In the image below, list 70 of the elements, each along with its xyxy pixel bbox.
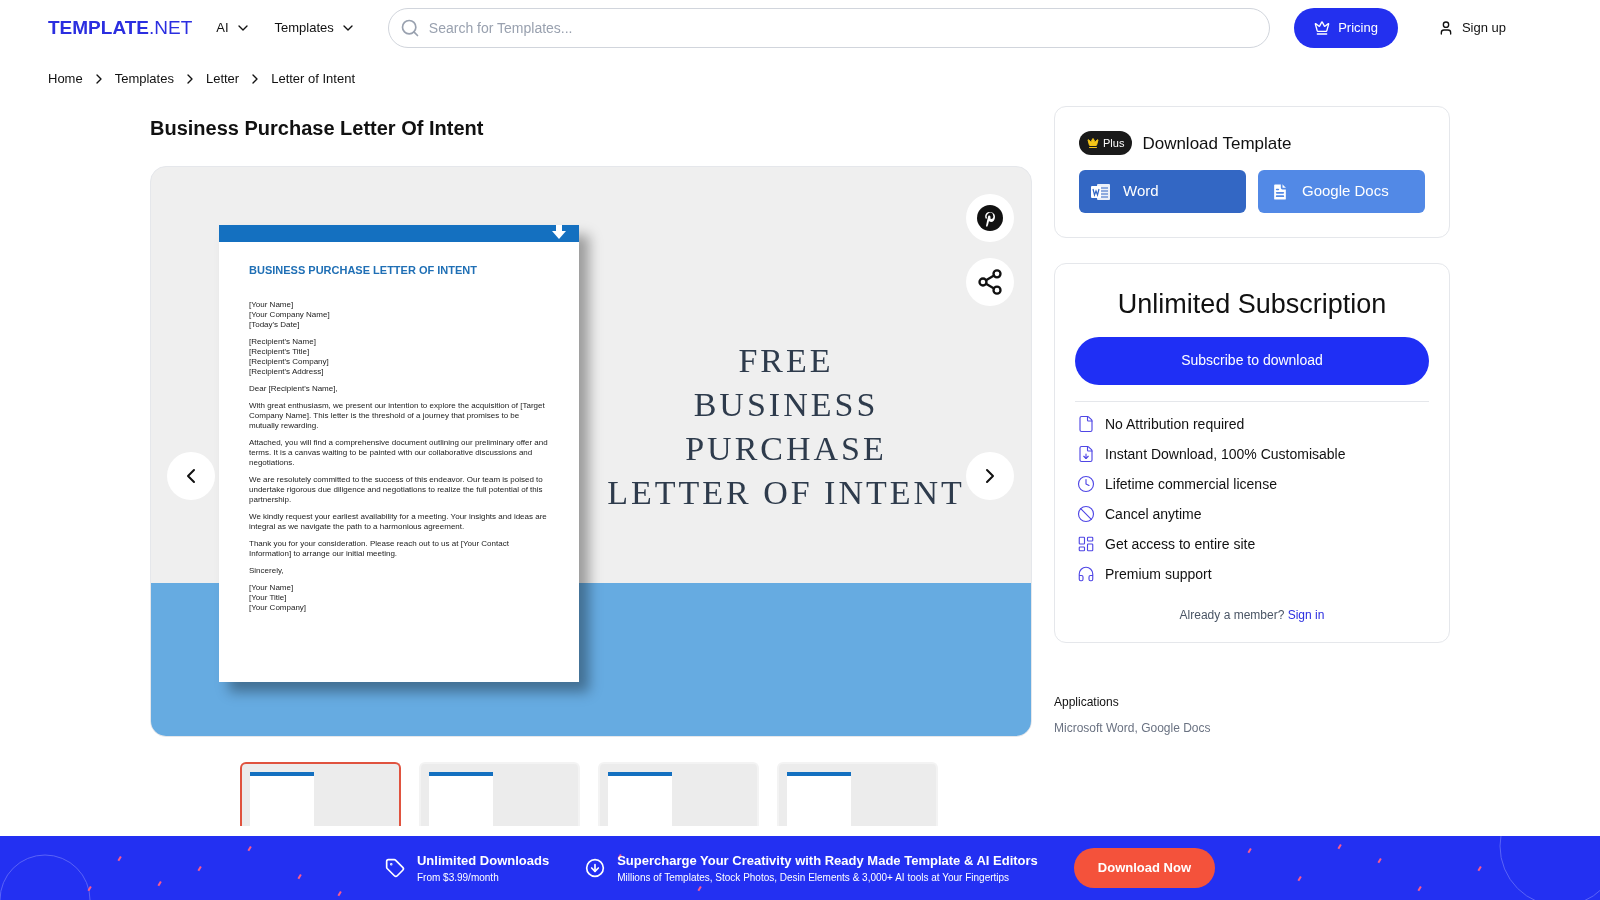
feature-text: Lifetime commercial license: [1105, 474, 1277, 494]
letter-text: [Your Name]: [249, 300, 295, 310]
crown-icon: [1087, 137, 1099, 150]
sign-up-link[interactable]: Sign up: [1437, 18, 1506, 38]
logo[interactable]: TEMPLATE.NET: [48, 13, 193, 43]
cover-title-text: BUSINESS: [693, 384, 879, 425]
letter-heading: BUSINESS PURCHASE LETTER OF INTENT: [249, 262, 478, 278]
breadcrumb-link[interactable]: Letter of Intent: [271, 69, 356, 89]
letter-text: We kindly request your earliest availability for a meeting. Your insights and ideas are integral as we navigate the path to a harmonious agreement.: [249, 512, 548, 532]
banner-title: Unlimited Downloads: [417, 851, 550, 870]
clock-icon: [1077, 474, 1095, 493]
applications-value: Microsoft Word, Google Docs: [1054, 719, 1212, 737]
member-text: Already a member?: [1179, 607, 1285, 622]
file-icon: [1077, 414, 1095, 433]
share-button[interactable]: [966, 257, 1014, 306]
plus-badge: Plus: [1079, 131, 1133, 156]
cover-title-text: LETTER OF INTENT: [607, 472, 965, 513]
search-field[interactable]: Search for Templates...: [387, 8, 1271, 48]
breadcrumb-link[interactable]: Templates: [114, 69, 174, 89]
letter-text: [Your Name]: [249, 583, 295, 593]
crown-icon: [1314, 20, 1331, 36]
letter-text: [Recipient's Company]: [249, 357, 330, 367]
cancel-icon: [1077, 504, 1095, 523]
banner-subtitle: Millions of Templates, Stock Photos, Desin Elements & 3,000+ AI tools at Your Fingertips: [617, 871, 1011, 886]
feature-text: Premium support: [1105, 564, 1212, 584]
letter-text: [Your Title]: [249, 593, 288, 603]
headphones-icon: [1077, 564, 1095, 583]
letter-text: Thank you for your consideration. Please reach out to us at [Your Contact Information] to arrange our initial meeting.: [249, 539, 510, 559]
file-download-icon: [1077, 444, 1095, 463]
letter-text: [Your Company Name]: [249, 310, 331, 320]
pinterest-button[interactable]: [966, 193, 1014, 242]
pricing-button[interactable]: Pricing: [1294, 8, 1398, 48]
word-icon: [1091, 182, 1111, 201]
share-icon: [976, 267, 1004, 296]
subscription-title: Unlimited Subscription: [1116, 288, 1388, 321]
download-icon: [585, 858, 606, 878]
letter-text: [Recipient's Title]: [249, 347, 311, 357]
pinterest-icon: [976, 203, 1004, 232]
layout-icon: [1077, 534, 1095, 553]
banner-title: Supercharge Your Creativity with Ready Made Template & AI Editors: [617, 851, 1038, 870]
subscribe-button[interactable]: Subscribe to download: [1075, 336, 1429, 385]
feature-text: Cancel anytime: [1105, 504, 1202, 524]
letter-text: Sincerely,: [249, 566, 285, 576]
breadcrumb-link[interactable]: Letter: [205, 69, 240, 89]
arrow-down-icon: [551, 224, 567, 239]
letter-text: We are resolutely committed to the success of this endeavor. Our team is poised to undertake rigorous due diligence and negotiations to realize the full potential of this partnership.: [249, 475, 544, 505]
letter-text: Attached, you will find a comprehensive document outlining our preliminary offer and terms. It is a canvas waiting to be painted with our collaborative discussions and negotiations.: [249, 438, 549, 468]
page-title: Business Purchase Letter Of Intent: [150, 115, 485, 141]
applications-label: Applications: [1054, 693, 1120, 711]
letter-text: Dear [Recipient's Name],: [249, 384, 339, 394]
nav-menu[interactable]: Templates: [274, 18, 356, 38]
banner-subtitle: From $3.99/month: [417, 871, 500, 886]
sign-in-link[interactable]: Sign in: [1287, 607, 1325, 622]
letter-text: [Recipient's Address]: [249, 367, 325, 377]
download-title: Download Template: [1142, 132, 1292, 155]
letter-text: With great enthusiasm, we present our intention to explore the acquisition of [Target Company Name]. This letter is the threshold of a journey that promises to be mutually rewarding.: [249, 401, 546, 431]
feature-text: Get access to entire site: [1105, 534, 1256, 554]
word-download-button[interactable]: Word: [1079, 170, 1246, 213]
nav-menu[interactable]: AI: [216, 18, 251, 38]
search-icon: [399, 18, 420, 38]
thumbnail[interactable]: [240, 761, 401, 826]
tag-icon: [385, 858, 405, 878]
feature-text: No Attribution required: [1105, 414, 1245, 434]
cover-title-text: PURCHASE: [685, 428, 887, 469]
letter-text: [Today's Date]: [249, 320, 301, 330]
letter-text: [Recipient's Name]: [249, 337, 317, 347]
cover-title-text: FREE: [738, 340, 834, 381]
breadcrumb-link[interactable]: Home: [48, 69, 83, 89]
letter-text: [Your Company]: [249, 603, 308, 613]
feature-text: Instant Download, 100% Customisable: [1105, 444, 1346, 464]
